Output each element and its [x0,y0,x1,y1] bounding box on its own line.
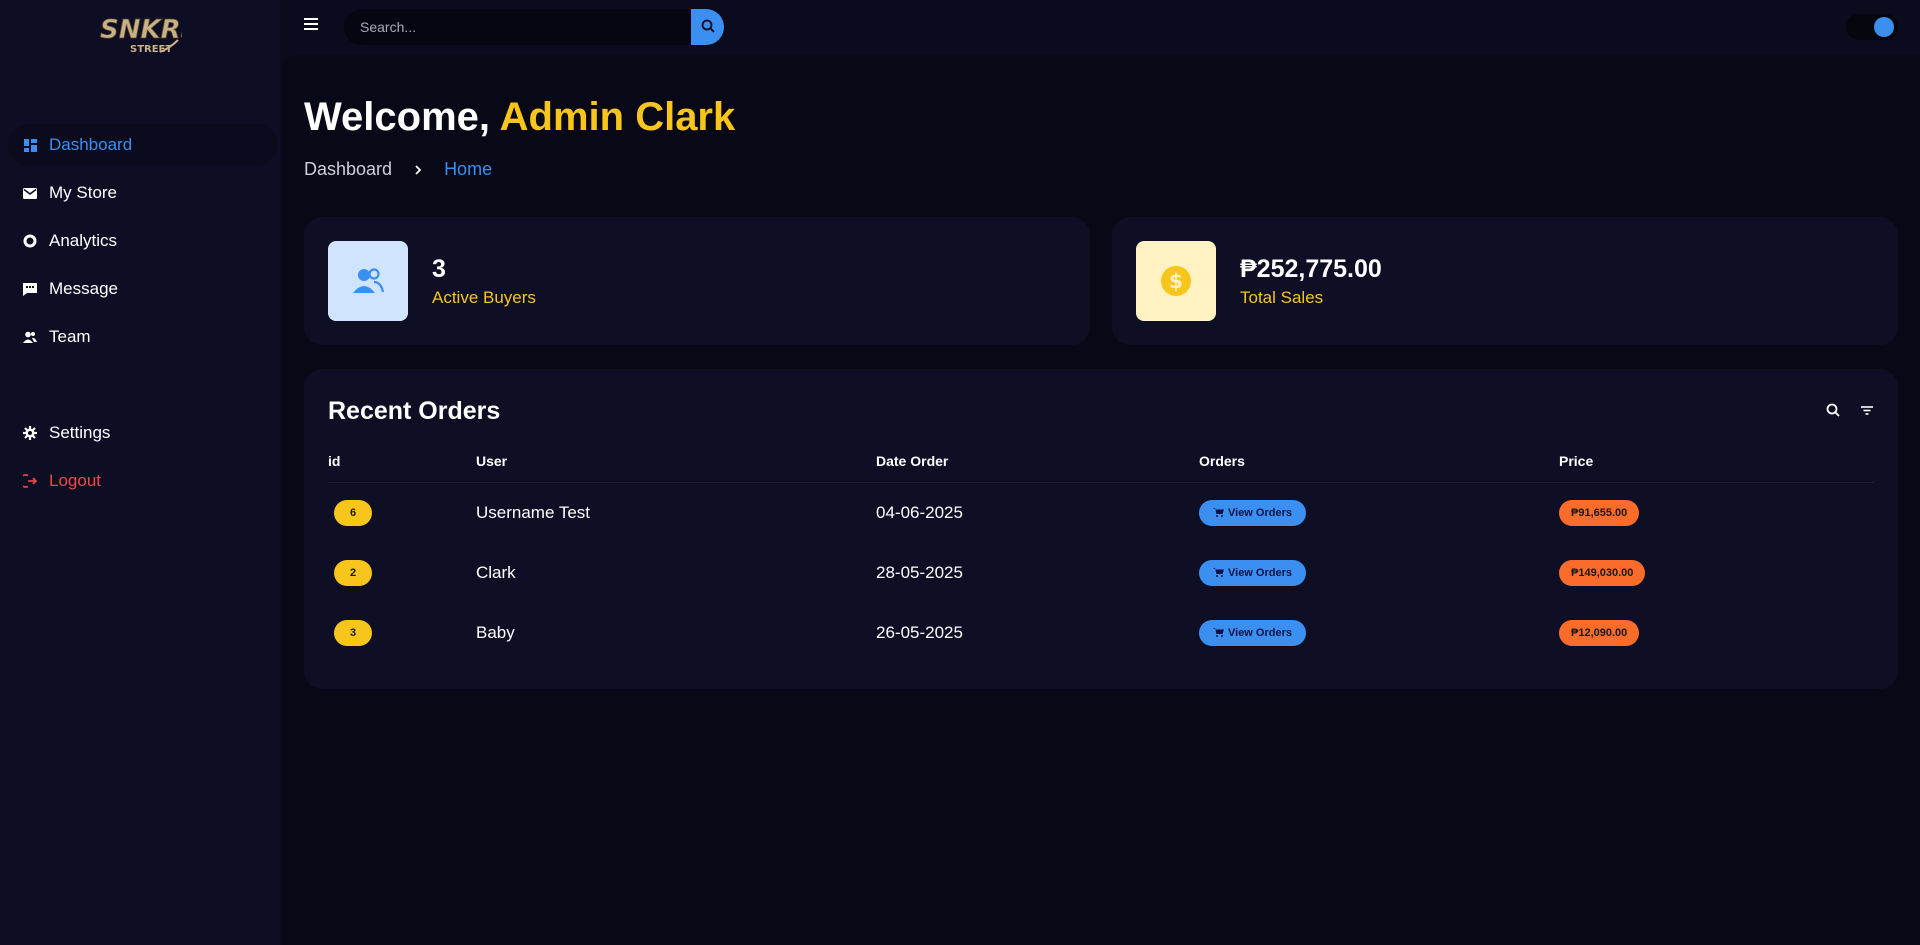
svg-text:SNKRS: SNKRS [100,15,182,45]
sidebar: SNKRS STREET Dashboard My Store Analytic… [0,0,280,945]
order-user: Clark [476,563,516,582]
dashboard-icon [23,138,37,152]
column-header-id: id [328,453,341,469]
recent-orders-panel: Recent Orders id User Date Order Orders … [304,369,1898,689]
order-price: ₱149,030.00 [1559,560,1646,586]
welcome-prefix: Welcome, [304,95,490,139]
sidebar-item-label: Settings [49,423,111,442]
welcome-name: Admin Clark [499,95,736,139]
sidebar-item-analytics[interactable]: Analytics [8,220,278,262]
search-icon [701,19,715,36]
breadcrumb-dashboard[interactable]: Dashboard [304,159,392,180]
view-orders-button[interactable]: View Orders [1199,620,1306,646]
stat-card-active-buyers: 3 Active Buyers [304,217,1090,345]
chevron-right-icon [414,164,422,176]
main-content: Welcome, Admin Clark Dashboard Home 3 Ac… [282,55,1920,945]
filter-icon[interactable] [1860,403,1874,417]
table-tools [1826,403,1874,417]
theme-toggle[interactable] [1846,14,1898,40]
order-id-badge: 6 [334,500,372,526]
logout-icon [23,474,37,488]
sidebar-item-team[interactable]: Team [8,316,278,358]
dollar-coin-icon: $ [1136,241,1216,321]
sidebar-item-settings[interactable]: Settings [8,412,278,454]
order-user: Baby [476,623,515,642]
menu-toggle-icon[interactable] [304,18,318,30]
table-header: id User Date Order Orders Price [328,453,1874,483]
order-user: Username Test [476,503,591,522]
breadcrumb: Dashboard Home [304,159,492,180]
search-icon[interactable] [1826,403,1840,417]
breadcrumb-home[interactable]: Home [444,159,492,180]
team-icon [23,330,37,344]
sidebar-item-label: Analytics [49,231,118,250]
sidebar-nav: Dashboard My Store Analytics Message Tea… [8,124,278,508]
users-icon [328,241,408,321]
gear-icon [23,426,37,440]
sidebar-item-label: My Store [49,183,118,202]
cart-icon [1213,507,1224,520]
order-id-badge: 2 [334,560,372,586]
table-row: 2 Clark 28-05-2025 View Orders ₱149,030.… [328,551,1874,595]
sidebar-item-label: Dashboard [49,135,133,154]
order-date: 26-05-2025 [876,623,963,642]
toggle-knob [1874,17,1894,37]
topbar [280,0,1920,55]
sidebar-item-dashboard[interactable]: Dashboard [8,124,278,166]
view-orders-button[interactable]: View Orders [1199,500,1306,526]
cart-icon [1213,627,1224,640]
search-bar [344,9,724,45]
search-button[interactable] [691,9,724,45]
stat-label: Active Buyers [432,288,536,307]
sidebar-item-label: Logout [49,471,101,490]
order-id-badge: 3 [334,620,372,646]
column-header-orders: Orders [1199,453,1245,469]
cart-icon [1213,567,1224,580]
column-header-user: User [476,453,508,469]
order-price: ₱12,090.00 [1559,620,1640,646]
sidebar-item-label: Message [49,279,118,298]
brand-logo[interactable]: SNKRS STREET [98,12,200,58]
mail-icon [23,186,37,200]
stat-label: Total Sales [1240,288,1324,307]
sidebar-item-logout[interactable]: Logout [8,460,278,502]
column-header-date: Date Order [876,453,949,469]
sidebar-item-my-store[interactable]: My Store [8,172,278,214]
stat-card-total-sales: $ ₱252,775.00 Total Sales [1112,217,1898,345]
table-row: 6 Username Test 04-06-2025 View Orders ₱… [328,491,1874,535]
stat-value: ₱252,775.00 [1240,255,1382,283]
column-header-price: Price [1559,453,1594,469]
order-price: ₱91,655.00 [1559,500,1640,526]
table-row: 3 Baby 26-05-2025 View Orders ₱12,090.00 [328,611,1874,655]
view-orders-button[interactable]: View Orders [1199,560,1306,586]
search-input[interactable] [344,9,691,45]
view-orders-label: View Orders [1228,627,1292,639]
svg-text:$: $ [1169,269,1183,293]
sidebar-item-message[interactable]: Message [8,268,278,310]
sidebar-item-label: Team [49,327,91,346]
view-orders-label: View Orders [1228,567,1292,579]
recent-orders-title: Recent Orders [328,397,501,425]
page-title: Welcome, Admin Clark [304,95,735,140]
donut-chart-icon [23,234,37,248]
order-date: 28-05-2025 [876,563,963,582]
chat-icon [23,282,37,296]
view-orders-label: View Orders [1228,507,1292,519]
stat-value: 3 [432,255,446,283]
order-date: 04-06-2025 [876,503,963,522]
